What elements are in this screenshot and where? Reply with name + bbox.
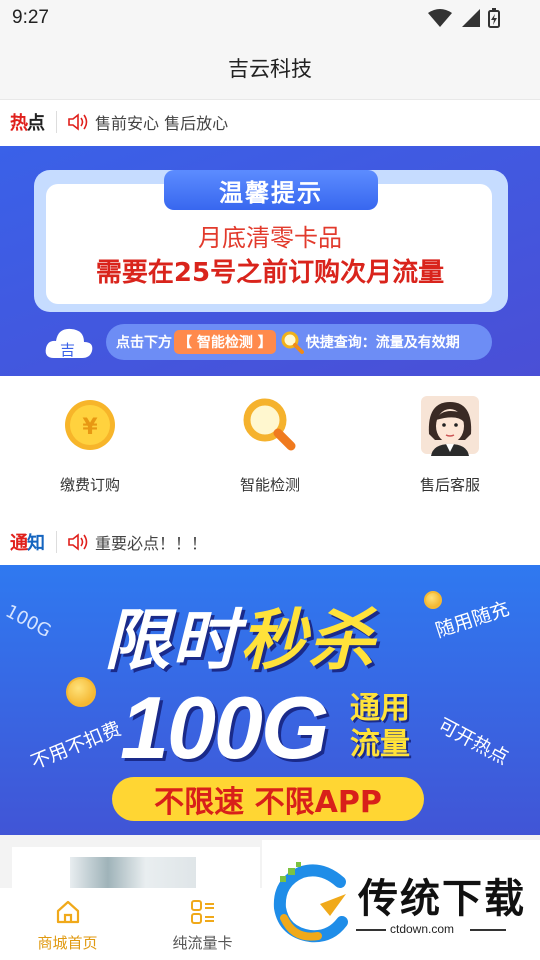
tab-data-card[interactable]: 纯流量卡 [135,888,270,960]
quick-entry-support[interactable]: 售后客服 [360,376,540,520]
pill-tag: 【 智能检测 】 [174,330,276,354]
quick-entry-smart-check[interactable]: 智能检测 [180,376,360,520]
reminder-banner[interactable]: 温馨提示 月底清零卡品 需要在25号之前订购次月流量 吉 点击下方 【 智能检测… [0,146,540,376]
wifi-icon [428,9,452,27]
watermark-rule-right [470,929,506,931]
notice-card-tab: 温馨提示 [164,170,378,210]
watermark-logo-icon [273,862,348,943]
flash-sale-title: 限时秒杀 [104,587,376,683]
quick-entry-row: ¥ 缴费订购 智能检测 售后客服 [0,376,540,520]
notice-line-2: 需要在25号之前订购次月流量 [95,258,445,288]
tab-label: 商城首页 [37,934,98,952]
agent-avatar-icon [421,396,479,456]
notice-label: 通知 [0,529,45,555]
side-line-2: 流量 [350,727,410,762]
bottom-tab-bar: 商城首页 纯流量卡 [0,888,270,960]
status-icons [428,8,500,28]
tab-label: 纯流量卡 [172,934,233,952]
ticker-divider [56,531,57,553]
notice-line-1: 月底清零卡品 [198,224,342,252]
quick-entry-label: 售后客服 [419,476,480,494]
speaker-icon [68,533,88,551]
hot-label-a: 热 [10,113,28,134]
float-100g: 100G [1,600,55,643]
list-icon [190,900,214,924]
coin-icon: ¥ [65,400,115,450]
watermark-url: ctdown.com [390,922,455,936]
flash-sale-banner[interactable]: 100G 限时秒杀 随用随充 100G 通用 流量 不用不扣费 可开热点 不限速 … [0,565,540,835]
pill-suffix: 快捷查询：流量及有效期 [305,335,460,351]
svg-text:¥: ¥ [82,415,98,440]
hot-label: 热点 [0,109,45,135]
signal-icon [462,9,480,27]
quick-entry-label: 缴费订购 [59,476,120,494]
status-bar: 9:27 [0,0,540,36]
notice-label-b: 知 [27,533,45,554]
watermark: 传统下载 ctdown.com [262,840,540,960]
magnifier-icon [243,398,296,451]
cloud-logo-icon: 吉 [45,328,93,359]
status-time: 9:27 [12,7,49,28]
pill-prefix: 点击下方 [116,335,172,351]
side-line-1: 通用 [350,691,410,726]
coin-icon [66,677,96,707]
quick-entry-label: 智能检测 [239,476,300,494]
tab-home[interactable]: 商城首页 [0,888,135,960]
page-title: 吉云科技 [228,56,312,81]
float-left: 不用不扣费 [27,717,125,774]
flash-sale-amount: 100G [120,678,329,777]
flash-sale-title-b: 秒杀 [240,602,376,679]
home-icon [56,900,79,924]
coin-icon [424,591,442,609]
watermark-rule-left [356,929,386,931]
notice-ticker[interactable]: 通知 重要必点！！！ [0,520,540,564]
float-right: 可开热点 [434,714,513,770]
smart-check-hint: 点击下方 【 智能检测 】 快捷查询：流量及有效期 [106,324,492,360]
title-bar: 吉云科技 [0,36,540,100]
hot-ticker-text: 售前安心 售后放心 [95,114,229,133]
hot-ticker[interactable]: 热点 售前安心 售后放心 [0,100,540,144]
magnifier-icon [281,331,304,354]
notice-ticker-text: 重要必点！！！ [95,534,208,553]
cloud-logo-char: 吉 [60,341,75,359]
notice-label-a: 通 [10,533,28,554]
watermark-text: 传统下载 [358,876,526,922]
ticker-divider [56,111,57,133]
flash-sale-bar: 不限速 不限APP [112,777,424,821]
flash-sale-title-a: 限时 [104,602,240,679]
quick-entry-recharge[interactable]: ¥ 缴费订购 [0,376,180,520]
speaker-icon [68,113,88,131]
flash-sale-side: 通用 流量 [350,691,410,763]
float-top-right: 随用随充 [432,597,513,643]
battery-charging-icon [488,8,500,28]
hot-label-b: 点 [27,113,45,134]
